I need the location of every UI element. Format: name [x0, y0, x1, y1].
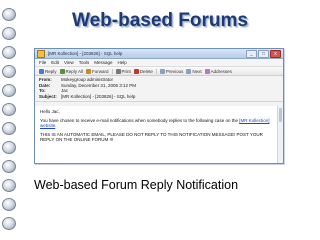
print-label: Print	[121, 68, 131, 74]
message-body: Hello Jac, You have chosen to receive e-…	[35, 106, 283, 163]
slide-title: Web-based Forums	[72, 10, 248, 31]
minimize-button[interactable]: _	[246, 49, 257, 58]
previous-icon	[159, 68, 165, 74]
body-paragraph-2: THIS IS AN AUTOMATIC EMAIL, PLEASE DO NO…	[40, 131, 263, 143]
menu-tools[interactable]: Tools	[79, 60, 90, 65]
subject-label: Subject:	[39, 93, 57, 99]
greeting: Hello Jac,	[40, 109, 60, 114]
menu-message[interactable]: Message	[94, 60, 112, 65]
binder-ring	[2, 160, 16, 173]
delete-button[interactable]: Delete	[133, 68, 153, 74]
body-paragraph-1-text: You have chosen to receive e-mail notifi…	[40, 117, 238, 123]
next-button[interactable]: Next	[186, 68, 202, 74]
reply-all-icon	[59, 68, 65, 74]
subject-value: [MR Kollection] - [203826] - SQL help	[61, 93, 136, 99]
toolbar-separator	[111, 68, 113, 74]
menu-bar: File Edit View Tools Message Help	[35, 59, 283, 67]
reply-button[interactable]: Reply	[39, 68, 57, 74]
toolbar: Reply Reply All Forward Print Delete Pre…	[35, 67, 283, 76]
menu-edit[interactable]: Edit	[51, 60, 59, 65]
forward-label: Forward	[92, 68, 109, 74]
reply-all-label: Reply All	[65, 68, 84, 74]
body-paragraph-1-end: .	[55, 123, 57, 128]
previous-label: Previous	[165, 68, 184, 74]
reply-label: Reply	[45, 68, 57, 74]
reply-icon	[39, 68, 44, 74]
menu-file[interactable]: File	[39, 60, 46, 65]
date-value: Sunday, December 31, 2006 3:12 PM	[61, 82, 136, 88]
binder-ring	[2, 65, 16, 78]
close-button[interactable]: X	[270, 49, 281, 58]
email-window: [MR Kollection] - [203826] - SQL help _ …	[34, 48, 284, 164]
menu-help[interactable]: Help	[118, 60, 127, 65]
addresses-icon	[204, 68, 210, 74]
next-label: Next	[192, 68, 202, 74]
to-label: To:	[39, 88, 46, 94]
next-icon	[186, 68, 192, 74]
date-label: Date:	[39, 82, 51, 88]
delete-icon	[133, 68, 139, 74]
slide-caption: Web-based Forum Reply Notification	[34, 178, 239, 192]
window-controls: _ □ X	[246, 49, 281, 58]
binder-rings	[0, 8, 18, 240]
reply-all-button[interactable]: Reply All	[59, 68, 84, 74]
body-paragraph-1: You have chosen to receive e-mail notifi…	[40, 118, 278, 129]
binder-ring	[2, 122, 16, 135]
window-titlebar[interactable]: [MR Kollection] - [203826] - SQL help _ …	[35, 49, 283, 59]
previous-button[interactable]: Previous	[159, 68, 184, 74]
print-button[interactable]: Print	[115, 68, 131, 74]
mail-icon	[37, 49, 45, 58]
toolbar-separator	[155, 68, 157, 74]
forward-icon	[86, 68, 92, 74]
binder-ring	[2, 198, 16, 211]
print-icon	[115, 68, 121, 74]
binder-ring	[2, 217, 16, 230]
window-title: [MR Kollection] - [203826] - SQL help	[48, 51, 123, 56]
from-value: Mokeygroup administrator	[61, 77, 114, 83]
binder-ring	[2, 103, 16, 116]
maximize-button[interactable]: □	[258, 49, 269, 58]
binder-ring	[2, 46, 16, 59]
from-label: From:	[39, 77, 52, 83]
binder-ring	[2, 84, 16, 97]
addresses-button[interactable]: Addresses	[204, 68, 232, 74]
forward-button[interactable]: Forward	[86, 68, 109, 74]
vertical-scrollbar[interactable]	[277, 106, 283, 163]
binder-ring	[2, 141, 16, 154]
message-headers: From: Mokeygroup administrator Date: Sun…	[35, 76, 283, 102]
to-value: Jac	[61, 88, 69, 94]
addresses-label: Addresses	[210, 68, 232, 74]
menu-view[interactable]: View	[64, 60, 74, 65]
binder-ring	[2, 179, 16, 192]
delete-label: Delete	[139, 68, 153, 74]
header-subject: Subject: [MR Kollection] - [203826] - SQ…	[39, 94, 279, 100]
scrollbar-thumb[interactable]	[279, 108, 282, 122]
